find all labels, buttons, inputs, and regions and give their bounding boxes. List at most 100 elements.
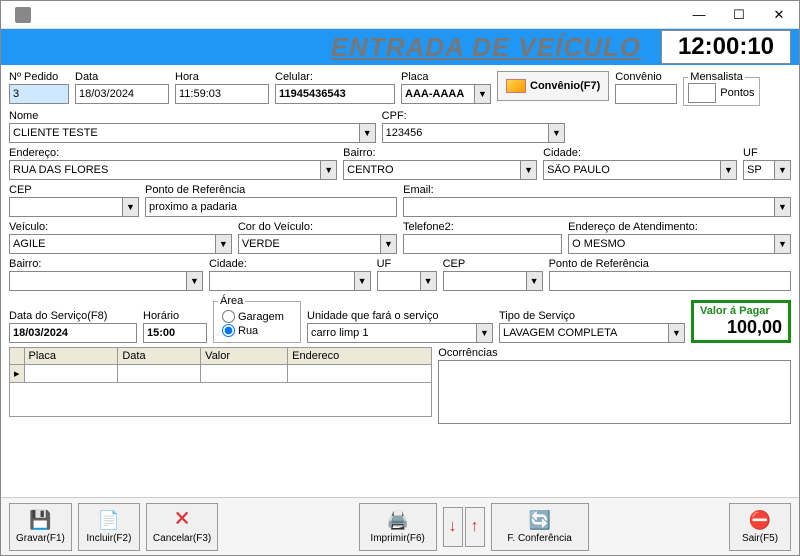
print-icon: 🖨️ xyxy=(387,509,409,531)
gravar-button[interactable]: 💾Gravar(F1) xyxy=(9,503,72,551)
cpf-label: CPF: xyxy=(382,110,565,122)
data-input[interactable] xyxy=(75,84,169,104)
pontoref2-input[interactable] xyxy=(549,271,791,291)
cep-label: CEP xyxy=(9,184,139,196)
page-title: ENTRADA DE VEÍCULO xyxy=(9,32,649,63)
endereco-input[interactable] xyxy=(9,160,337,180)
cep-dropdown[interactable]: ▼ xyxy=(122,198,138,216)
uf-dropdown[interactable]: ▼ xyxy=(774,161,790,179)
form-area: Nº Pedido Data Hora Celular: Placa ▼ xyxy=(1,65,799,497)
endereco-dropdown[interactable]: ▼ xyxy=(320,161,336,179)
bairro2-dropdown[interactable]: ▼ xyxy=(186,272,202,290)
garagem-radio[interactable]: Garagem xyxy=(222,310,292,323)
pontoref2-label: Ponto de Referência xyxy=(549,258,791,270)
valor-value: 100,00 xyxy=(727,317,782,338)
email-input[interactable] xyxy=(403,197,791,217)
cancelar-button[interactable]: 🗙Cancelar(F3) xyxy=(146,503,218,551)
ocorrencias-label: Ocorrências xyxy=(438,347,791,359)
celular-input[interactable] xyxy=(275,84,395,104)
pedido-label: Nº Pedido xyxy=(9,71,69,83)
add-icon: 📄 xyxy=(98,509,120,531)
horario-input[interactable] xyxy=(143,323,207,343)
th-placa: Placa xyxy=(24,348,118,365)
rua-radio[interactable]: Rua xyxy=(222,324,292,337)
endatend-label: Endereço de Atendimento: xyxy=(568,221,791,233)
unidade-input[interactable] xyxy=(307,323,493,343)
cor-label: Cor do Veículo: xyxy=(238,221,397,233)
bairro2-input[interactable] xyxy=(9,271,203,291)
celular-label: Celular: xyxy=(275,71,395,83)
cidade-dropdown[interactable]: ▼ xyxy=(720,161,736,179)
email-dropdown[interactable]: ▼ xyxy=(774,198,790,216)
bairro-input[interactable] xyxy=(343,160,537,180)
cidade2-input[interactable] xyxy=(209,271,371,291)
app-icon xyxy=(15,7,31,23)
unidade-dropdown[interactable]: ▼ xyxy=(476,324,492,342)
bairro-label: Bairro: xyxy=(343,147,537,159)
hora-input[interactable] xyxy=(175,84,269,104)
data-label: Data xyxy=(75,71,169,83)
endereco-label: Endereço: xyxy=(9,147,337,159)
convenio-button[interactable]: Convênio(F7) xyxy=(497,71,609,101)
pontoref-input[interactable] xyxy=(145,197,397,217)
unidade-label: Unidade que fará o serviço xyxy=(307,310,493,322)
bairro-dropdown[interactable]: ▼ xyxy=(520,161,536,179)
uf2-label: UF xyxy=(377,258,437,270)
valor-box: Valor á Pagar 100,00 xyxy=(691,300,791,343)
hora-label: Hora xyxy=(175,71,269,83)
exit-icon: ⛔ xyxy=(749,509,771,531)
endatend-dropdown[interactable]: ▼ xyxy=(774,235,790,253)
nome-dropdown[interactable]: ▼ xyxy=(359,124,375,142)
dataserv-input[interactable] xyxy=(9,323,137,343)
tiposerv-input[interactable] xyxy=(499,323,685,343)
cpf-dropdown[interactable]: ▼ xyxy=(548,124,564,142)
cpf-input[interactable] xyxy=(382,123,565,143)
endatend-input[interactable] xyxy=(568,234,791,254)
table-row[interactable]: ▸ xyxy=(10,365,432,383)
horario-label: Horário xyxy=(143,310,207,322)
pontos-label: Pontos xyxy=(720,87,754,99)
history-table[interactable]: Placa Data Valor Endereco ▸ xyxy=(9,347,432,417)
clock: 12:00:10 xyxy=(661,30,791,64)
nome-label: Nome xyxy=(9,110,376,122)
tel2-label: Telefone2: xyxy=(403,221,562,233)
veiculo-input[interactable] xyxy=(9,234,232,254)
placa-dropdown[interactable]: ▼ xyxy=(474,85,490,103)
sair-button[interactable]: ⛔Sair(F5) xyxy=(729,503,791,551)
imprimir-button[interactable]: 🖨️Imprimir(F6) xyxy=(359,503,437,551)
cep2-dropdown[interactable]: ▼ xyxy=(526,272,542,290)
th-data: Data xyxy=(118,348,201,365)
close-button[interactable]: ✕ xyxy=(759,1,799,29)
cidade-input[interactable] xyxy=(543,160,737,180)
save-icon: 💾 xyxy=(29,509,51,531)
uf2-dropdown[interactable]: ▼ xyxy=(420,272,436,290)
ocorrencias-input[interactable] xyxy=(438,360,791,424)
minimize-button[interactable]: — xyxy=(679,1,719,29)
arrow-up-button[interactable]: ↑ xyxy=(465,507,485,547)
conferencia-button[interactable]: 🔄F. Conferência xyxy=(491,503,589,551)
cidade2-dropdown[interactable]: ▼ xyxy=(354,272,370,290)
cep-input[interactable] xyxy=(9,197,139,217)
tiposerv-dropdown[interactable]: ▼ xyxy=(668,324,684,342)
maximize-button[interactable]: ☐ xyxy=(719,1,759,29)
veiculo-dropdown[interactable]: ▼ xyxy=(215,235,231,253)
cor-dropdown[interactable]: ▼ xyxy=(380,235,396,253)
cidade2-label: Cidade: xyxy=(209,258,371,270)
nome-input[interactable] xyxy=(9,123,376,143)
pontos-input[interactable] xyxy=(688,83,716,103)
email-label: Email: xyxy=(403,184,791,196)
incluir-button[interactable]: 📄Incluir(F2) xyxy=(78,503,140,551)
dataserv-label: Data do Serviço(F8) xyxy=(9,310,137,322)
cancel-icon: 🗙 xyxy=(171,509,193,531)
valor-label: Valor á Pagar xyxy=(700,305,770,317)
uf-label: UF xyxy=(743,147,791,159)
refresh-icon: 🔄 xyxy=(529,509,551,531)
convenio-input[interactable] xyxy=(615,84,677,104)
cor-input[interactable] xyxy=(238,234,397,254)
pedido-input[interactable] xyxy=(9,84,69,104)
card-icon xyxy=(506,79,526,93)
tel2-input[interactable] xyxy=(403,234,562,254)
arrow-down-button[interactable]: ↓ xyxy=(443,507,463,547)
table-row[interactable] xyxy=(10,383,432,417)
placa-label: Placa xyxy=(401,71,491,83)
